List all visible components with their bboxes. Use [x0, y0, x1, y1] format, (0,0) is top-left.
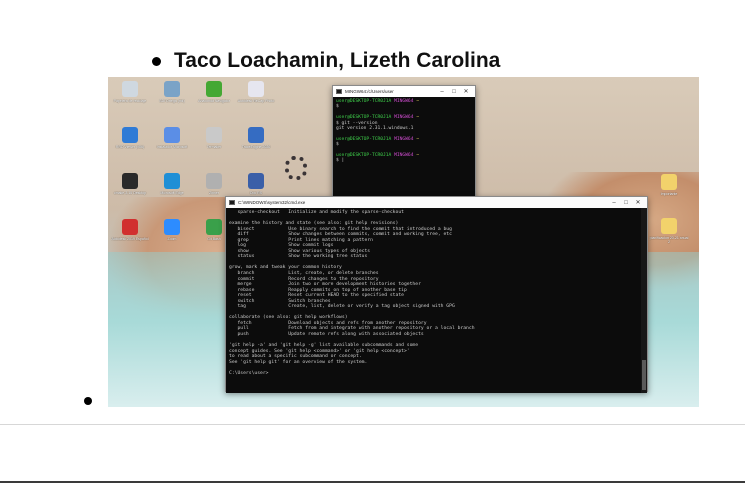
desktop-shortcut-icon[interactable]: RRD Viewer (x86) — [110, 125, 150, 169]
shortcut-label: Anaconda Navigator — [198, 99, 230, 103]
git-bash-titlebar[interactable]: MINGW64:/c/Users/user – □ ✕ — [333, 86, 475, 97]
app-icon — [661, 174, 677, 190]
empty-bullet-dot — [84, 397, 92, 405]
bracelet-decoration — [285, 156, 307, 180]
cmd-titlebar[interactable]: C:\WINDOWS\system32\cmd.exe – □ ✕ — [226, 197, 647, 208]
maximize-button[interactable]: □ — [448, 89, 460, 95]
shortcut-label: Zinner — [209, 191, 219, 195]
bullet-dot — [152, 56, 161, 66]
terminal-text: MINGW64 — [394, 115, 417, 121]
app-icon — [206, 127, 222, 143]
terminal-text: MINGW64 — [394, 152, 417, 158]
terminal-text: $ — [336, 142, 342, 148]
shortcut-label: Termaker — [206, 145, 222, 149]
cmd-title: C:\WINDOWS\system32\cmd.exe — [238, 200, 306, 205]
app-icon — [122, 81, 138, 97]
git-bash-terminal[interactable]: user@DESKTOP-TCR0J1A MINGW64 ~ $ user@DE… — [333, 97, 475, 208]
app-icon — [164, 81, 180, 97]
terminal-text: MINGW64 — [394, 136, 417, 142]
desktop-shortcut-icon[interactable]: TraceEngine 2020 — [236, 125, 276, 169]
cmd-scrollbar-thumb[interactable] — [642, 360, 646, 390]
app-icon — [248, 127, 264, 143]
app-icon — [248, 81, 264, 97]
shortcut-label: Papelera de reciclaje — [113, 99, 147, 103]
heading-bullet: Taco Loachamin, Lizeth Carolina — [152, 46, 500, 76]
terminal-text: $ git --version — [336, 120, 381, 126]
desktop-shortcut-icon[interactable]: Autodesk 2019 Español — [110, 217, 150, 261]
app-icon — [122, 127, 138, 143]
cmd-window[interactable]: C:\WINDOWS\system32\cmd.exe – □ ✕ sparse… — [225, 196, 648, 393]
desktop-shortcut-icon[interactable]: Zoom — [152, 217, 192, 261]
app-icon — [122, 173, 138, 189]
cmd-icon — [229, 200, 235, 205]
app-icon — [206, 219, 222, 235]
close-button[interactable]: ✕ — [632, 199, 644, 206]
shortcut-label: RRD Viewer (x86) — [115, 145, 145, 149]
desktop-shortcut-icon[interactable]: Importante — [649, 172, 689, 216]
shortcut-label: Microsoft Edge — [160, 191, 184, 195]
terminal-text: user@DESKTOP-TCR0J1A — [336, 115, 395, 121]
shortcut-label: Importante — [660, 192, 678, 196]
desktop-shortcut-icon[interactable]: Microsoft Edge — [152, 171, 192, 215]
terminal-icon — [336, 89, 342, 94]
app-icon — [164, 173, 180, 189]
shortcut-label: Autodesk 2019 Español — [111, 237, 149, 241]
desktop-shortcut-icon[interactable]: Termaker — [194, 125, 234, 169]
minimize-button[interactable]: – — [608, 200, 620, 206]
shortcut-label: Instalador Microsoft — [156, 145, 188, 149]
terminal-text: $ | — [336, 158, 348, 164]
terminal-text: ~ — [416, 152, 422, 158]
shortcut-label: Doc RS — [249, 191, 263, 195]
shortcut-label: cmake-3.15 Desktop — [113, 191, 147, 195]
terminal-text: git version 2.31.1.windows.1 — [336, 125, 417, 131]
app-icon — [206, 81, 222, 97]
cmd-terminal-output[interactable]: sparse-checkout Initialize and modify th… — [226, 208, 647, 393]
terminal-text: $ — [336, 104, 342, 110]
shortcut-label: SDI Ortega (mk) — [159, 99, 185, 103]
git-bash-window[interactable]: MINGW64:/c/Users/user – □ ✕ user@DESKTOP… — [332, 85, 476, 208]
slide-bottom-border — [0, 481, 745, 483]
desktop-shortcut-icon[interactable]: Anaconda Navigator — [194, 79, 234, 123]
terminal-text: ~ — [416, 99, 422, 104]
desktop-screenshot: Papelera de reciclaje SDI Ortega (mk) Anac… — [108, 77, 699, 407]
app-icon — [164, 219, 180, 235]
git-bash-title: MINGW64:/c/Users/user — [345, 89, 394, 94]
desktop-shortcut-icon[interactable]: Instalador Microsoft — [152, 125, 192, 169]
shortcut-label: Zoom — [167, 237, 177, 241]
desktop-shortcut-icon[interactable]: Autodesk ReCap Photo — [236, 79, 276, 123]
slide-heading: Taco Loachamin, Lizeth Carolina — [174, 49, 501, 72]
app-icon — [164, 127, 180, 143]
slide-divider — [0, 424, 745, 425]
desktop-shortcut-icon[interactable]: SDI Ortega (mk) — [152, 79, 192, 123]
shortcut-label: planificacion 20-21 anual 2 — [649, 236, 689, 244]
app-icon — [122, 219, 138, 235]
desktop-shortcut-icon[interactable]: Papelera de reciclaje — [110, 79, 150, 123]
app-icon — [661, 218, 677, 234]
desktop-shortcut-icon[interactable]: cmake-3.15 Desktop — [110, 171, 150, 215]
terminal-text: ~ — [416, 136, 422, 142]
terminal-text: ~ — [416, 115, 422, 121]
terminal-text: MINGW64 — [394, 99, 417, 104]
close-button[interactable]: ✕ — [460, 88, 472, 95]
terminal-line: $ | — [336, 158, 472, 163]
maximize-button[interactable]: □ — [620, 200, 632, 206]
app-icon — [206, 173, 222, 189]
minimize-button[interactable]: – — [436, 89, 448, 95]
cmd-scrollbar[interactable] — [641, 208, 647, 393]
app-icon — [248, 173, 264, 189]
terminal-text: user@DESKTOP-TCR0J1A — [336, 99, 395, 104]
shortcut-label: Autodesk ReCap Photo — [237, 99, 275, 103]
shortcut-label: TraceEngine 2020 — [241, 145, 271, 149]
desktop-shortcut-icon[interactable]: planificacion 20-21 anual 2 — [649, 216, 689, 260]
terminal-text: user@DESKTOP-TCR0J1A — [336, 136, 395, 142]
